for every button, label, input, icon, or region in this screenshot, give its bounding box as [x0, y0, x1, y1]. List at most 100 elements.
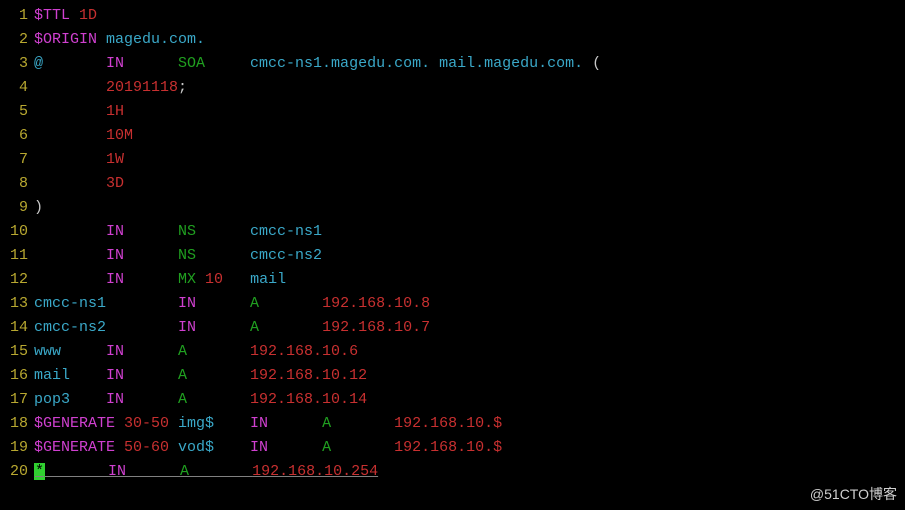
code-token: cmcc-ns1 [34, 295, 178, 312]
line-number: 3 [0, 52, 34, 76]
code-token: 10M [106, 127, 133, 144]
line-content[interactable]: ) [34, 196, 905, 220]
code-token: img$ [178, 415, 250, 432]
line-content[interactable]: 10M [34, 124, 905, 148]
code-line[interactable]: 9) [0, 196, 905, 220]
code-line[interactable]: 8 3D [0, 172, 905, 196]
code-token: 192.168.10.7 [322, 319, 430, 336]
code-line[interactable]: 5 1H [0, 100, 905, 124]
code-token: A [180, 463, 252, 480]
line-number: 18 [0, 412, 34, 436]
line-content[interactable]: $GENERATE 30-50 img$ IN A 192.168.10.$ [34, 412, 905, 436]
code-token: SOA [178, 55, 250, 72]
line-content[interactable]: $TTL 1D [34, 4, 905, 28]
code-token: 192.168.10.6 [250, 343, 358, 360]
code-token: $GENERATE [34, 439, 124, 456]
code-token [34, 223, 106, 240]
code-token: IN [106, 391, 178, 408]
line-number: 19 [0, 436, 34, 460]
code-line[interactable]: 16mail IN A 192.168.10.12 [0, 364, 905, 388]
code-line[interactable]: 3@ IN SOA cmcc-ns1.magedu.com. mail.mage… [0, 52, 905, 76]
code-token: A [250, 295, 322, 312]
line-content[interactable]: * IN A 192.168.10.254 [34, 460, 905, 484]
code-token: $GENERATE [34, 415, 124, 432]
code-line[interactable]: 2$ORIGIN magedu.com. [0, 28, 905, 52]
text-editor[interactable]: 1$TTL 1D2$ORIGIN magedu.com.3@ IN SOA cm… [0, 0, 905, 488]
code-token: cmcc-ns1 [250, 223, 322, 240]
code-token: IN [106, 223, 178, 240]
code-token [34, 175, 106, 192]
code-token: cmcc-ns1.magedu.com. mail.magedu.com. [250, 55, 583, 72]
code-line[interactable]: 7 1W [0, 148, 905, 172]
code-token: vod$ [178, 439, 250, 456]
code-token: IN [108, 463, 180, 480]
code-token: mail [34, 367, 106, 384]
code-line[interactable]: 14cmcc-ns2 IN A 192.168.10.7 [0, 316, 905, 340]
code-token [34, 151, 106, 168]
code-token: 20191118 [106, 79, 178, 96]
code-token: NS [178, 247, 250, 264]
code-token: $ORIGIN [34, 31, 106, 48]
code-token: www [34, 343, 106, 360]
code-line[interactable]: 12 IN MX 10 mail [0, 268, 905, 292]
line-content[interactable]: www IN A 192.168.10.6 [34, 340, 905, 364]
code-token: 10 [205, 271, 250, 288]
line-number: 20 [0, 460, 34, 484]
code-token: A [178, 343, 250, 360]
code-line[interactable]: 13cmcc-ns1 IN A 192.168.10.8 [0, 292, 905, 316]
code-token: 192.168.10.12 [250, 367, 367, 384]
code-token: magedu.com. [106, 31, 205, 48]
line-content[interactable]: @ IN SOA cmcc-ns1.magedu.com. mail.maged… [34, 52, 905, 76]
code-token: cmcc-ns2 [34, 319, 178, 336]
line-content[interactable]: 3D [34, 172, 905, 196]
code-token: MX [178, 271, 205, 288]
line-content[interactable]: $ORIGIN magedu.com. [34, 28, 905, 52]
line-content[interactable]: cmcc-ns2 IN A 192.168.10.7 [34, 316, 905, 340]
code-token: mail [250, 271, 286, 288]
code-line[interactable]: 6 10M [0, 124, 905, 148]
line-content[interactable]: 1W [34, 148, 905, 172]
code-line[interactable]: 10 IN NS cmcc-ns1 [0, 220, 905, 244]
line-content[interactable]: IN NS cmcc-ns1 [34, 220, 905, 244]
code-line[interactable]: 20* IN A 192.168.10.254 [0, 460, 905, 484]
code-token: ( [583, 55, 601, 72]
code-token: IN [106, 367, 178, 384]
code-line[interactable]: 1$TTL 1D [0, 4, 905, 28]
code-token: A [178, 391, 250, 408]
line-number: 10 [0, 220, 34, 244]
code-line[interactable]: 4 20191118; [0, 76, 905, 100]
line-content[interactable]: mail IN A 192.168.10.12 [34, 364, 905, 388]
code-token: 192.168.10.8 [322, 295, 430, 312]
code-token: A [322, 439, 394, 456]
line-number: 13 [0, 292, 34, 316]
code-line[interactable]: 15www IN A 192.168.10.6 [0, 340, 905, 364]
code-token: A [322, 415, 394, 432]
code-token: IN [106, 271, 178, 288]
line-content[interactable]: IN MX 10 mail [34, 268, 905, 292]
line-content[interactable]: IN NS cmcc-ns2 [34, 244, 905, 268]
line-content[interactable]: cmcc-ns1 IN A 192.168.10.8 [34, 292, 905, 316]
code-token: ) [34, 199, 43, 216]
code-line[interactable]: 19$GENERATE 50-60 vod$ IN A 192.168.10.$ [0, 436, 905, 460]
code-line[interactable]: 11 IN NS cmcc-ns2 [0, 244, 905, 268]
line-content[interactable]: pop3 IN A 192.168.10.14 [34, 388, 905, 412]
line-number: 17 [0, 388, 34, 412]
line-content[interactable]: 20191118; [34, 76, 905, 100]
line-content[interactable]: 1H [34, 100, 905, 124]
code-token: IN [178, 319, 250, 336]
code-token: 1H [106, 103, 124, 120]
code-line[interactable]: 17pop3 IN A 192.168.10.14 [0, 388, 905, 412]
code-token: A [178, 367, 250, 384]
code-token: ; [178, 79, 187, 96]
code-token: @ [34, 55, 106, 72]
code-token: 1D [79, 7, 97, 24]
code-token: IN [250, 415, 322, 432]
line-content[interactable]: $GENERATE 50-60 vod$ IN A 192.168.10.$ [34, 436, 905, 460]
line-number: 5 [0, 100, 34, 124]
code-token [34, 79, 106, 96]
code-token: IN [106, 343, 178, 360]
code-line[interactable]: 18$GENERATE 30-50 img$ IN A 192.168.10.$ [0, 412, 905, 436]
line-number: 11 [0, 244, 34, 268]
line-number: 2 [0, 28, 34, 52]
code-token: 3D [106, 175, 124, 192]
